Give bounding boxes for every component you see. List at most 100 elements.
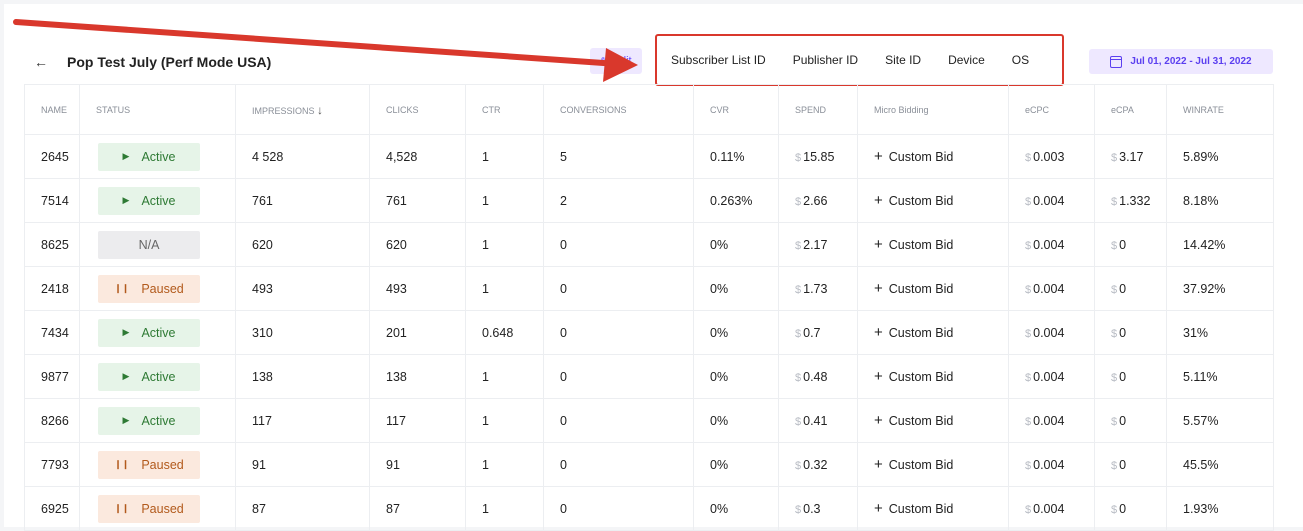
currency-symbol: $	[795, 371, 802, 384]
ecpc-value: 0.004	[1033, 457, 1065, 472]
column-header-impressions[interactable]: IMPRESSIONS ↓	[235, 84, 370, 135]
back-arrow-icon[interactable]: ←	[34, 54, 48, 70]
column-header-winrate[interactable]: WINRATE	[1166, 84, 1274, 135]
cell-name: 7514	[24, 178, 80, 223]
custom-bid-button[interactable]: + Custom Bid	[874, 456, 953, 473]
cell-micro-bidding: + Custom Bid	[857, 398, 1009, 443]
table-row[interactable]: 2645 ▶ Active 4 528 4,528 1 5 0.11% $15.…	[24, 134, 1274, 179]
custom-bid-label: Custom Bid	[888, 414, 954, 428]
plus-icon: +	[874, 148, 883, 165]
table-row[interactable]: 7434 ▶ Active 310 201 0.648 0 0% $0.7 + C…	[24, 310, 1274, 355]
cell-conversions: 5	[543, 134, 694, 179]
currency-symbol: $	[1111, 503, 1118, 516]
cell-status: ▶ Active	[79, 310, 236, 355]
column-header-ecpc[interactable]: eCPC	[1008, 84, 1095, 135]
currency-symbol: $	[1025, 459, 1032, 472]
table-row[interactable]: 8266 ▶ Active 117 117 1 0 0% $0.41 + Cust…	[24, 398, 1274, 443]
cell-micro-bidding: + Custom Bid	[857, 134, 1009, 179]
edit-button[interactable]: ✎ Edit	[590, 48, 642, 74]
custom-bid-button[interactable]: + Custom Bid	[874, 192, 954, 209]
cell-ctr: 1	[465, 354, 544, 399]
ecpc-value: 0.004	[1033, 237, 1065, 252]
tab-subscriber-list-id[interactable]: Subscriber List ID	[671, 53, 766, 67]
calendar-icon	[1110, 55, 1123, 68]
tab-site-id[interactable]: Site ID	[885, 53, 921, 67]
table-row[interactable]: 7514 ▶ Active 761 761 1 2 0.263% $2.66 +…	[24, 178, 1274, 223]
tab-device[interactable]: Device	[948, 53, 985, 67]
cell-micro-bidding: + Custom Bid	[857, 310, 1009, 355]
status-badge[interactable]: ▶ Active	[98, 186, 200, 215]
edit-label: Edit	[612, 55, 632, 67]
custom-bid-label: Custom Bid	[888, 150, 954, 164]
cell-conversions: 0	[543, 398, 694, 443]
cell-winrate: 14.42%	[1166, 222, 1274, 267]
stats-table: NAME STATUS IMPRESSIONS ↓ CLICKS CTR CON…	[24, 84, 1274, 531]
column-header-conversions[interactable]: CONVERSIONS	[543, 84, 694, 135]
cell-spend: $0.48	[778, 354, 858, 399]
currency-symbol: $	[1111, 283, 1118, 296]
status-badge[interactable]: ▶ Active	[98, 142, 200, 171]
custom-bid-button[interactable]: + Custom Bid	[874, 368, 953, 385]
tab-os[interactable]: OS	[1012, 53, 1029, 67]
custom-bid-label: Custom Bid	[888, 282, 954, 296]
cell-clicks: 117	[369, 398, 466, 443]
cell-impressions: 761	[235, 178, 370, 223]
table-row[interactable]: 2418 ❙❙ Paused 493 493 1 0 0% $1.73 + Cus…	[24, 266, 1274, 311]
cell-ctr: 1	[465, 134, 544, 179]
custom-bid-button[interactable]: + Custom Bid	[874, 236, 953, 253]
date-range-picker[interactable]: Jul 01, 2022 - Jul 31, 2022	[1089, 49, 1273, 74]
cell-ecpc: $0.004	[1008, 266, 1095, 311]
table-row[interactable]: 6925 ❙❙ Paused 87 87 1 0 0% $0.3 + Custom…	[24, 486, 1274, 531]
cell-ecpc: $0.004	[1008, 354, 1095, 399]
plus-icon: +	[874, 500, 883, 517]
status-badge[interactable]: ▶ Active	[98, 406, 200, 435]
custom-bid-button[interactable]: + Custom Bid	[874, 148, 954, 165]
column-header-micro-bidding[interactable]: Micro Bidding	[857, 84, 1009, 135]
custom-bid-label: Custom Bid	[888, 502, 954, 516]
custom-bid-button[interactable]: + Custom Bid	[874, 500, 954, 517]
ecpc-value: 0.004	[1033, 501, 1065, 516]
cell-spend: $0.41	[778, 398, 858, 443]
status-badge[interactable]: ▶ Active	[98, 318, 200, 347]
cell-name: 8625	[24, 222, 80, 267]
custom-bid-button[interactable]: + Custom Bid	[874, 280, 954, 297]
table-row[interactable]: 7793 ❙❙ Paused 91 91 1 0 0% $0.32 + Custo…	[24, 442, 1274, 487]
tab-publisher-id[interactable]: Publisher ID	[793, 53, 858, 67]
table-row[interactable]: 9877 ▶ Active 138 138 1 0 0% $0.48 + Cust…	[24, 354, 1274, 399]
ecpc-value: 0.004	[1033, 325, 1065, 340]
status-badge[interactable]: ▶ Active	[98, 362, 200, 391]
plus-icon: +	[874, 368, 883, 385]
currency-symbol: $	[1111, 415, 1118, 428]
column-header-status[interactable]: STATUS	[79, 84, 236, 135]
status-badge[interactable]: ❙❙ Paused	[98, 450, 200, 479]
cell-conversions: 0	[543, 486, 694, 531]
status-label: Active	[141, 369, 176, 384]
currency-symbol: $	[1111, 327, 1118, 340]
column-header-spend[interactable]: SPEND	[778, 84, 858, 135]
pause-icon: ❙❙	[114, 459, 130, 469]
plus-icon: +	[874, 324, 883, 341]
column-header-clicks[interactable]: CLICKS	[369, 84, 466, 135]
cell-ecpc: $0.004	[1008, 486, 1095, 531]
cell-clicks: 87	[369, 486, 466, 531]
cell-impressions: 620	[235, 222, 370, 267]
table-row[interactable]: 8625 N/A 620 620 1 0 0% $2.17 + Custom Bi…	[24, 222, 1274, 267]
column-header-ctr[interactable]: CTR	[465, 84, 544, 135]
cell-ecpa: $0	[1094, 442, 1167, 487]
spend-value: 0.41	[803, 413, 828, 428]
column-header-ecpa[interactable]: eCPA	[1094, 84, 1167, 135]
cell-ecpc: $0.003	[1008, 134, 1095, 179]
cell-ecpc: $0.004	[1008, 178, 1095, 223]
status-badge[interactable]: ❙❙ Paused	[98, 274, 200, 303]
status-badge[interactable]: ❙❙ Paused	[98, 494, 200, 523]
status-badge[interactable]: N/A	[98, 230, 200, 259]
ecpa-value: 0	[1119, 369, 1127, 384]
custom-bid-label: Custom Bid	[888, 194, 954, 208]
column-header-cvr[interactable]: CVR	[693, 84, 779, 135]
cell-name: 2418	[24, 266, 80, 311]
cell-impressions: 117	[235, 398, 370, 443]
currency-symbol: $	[1111, 459, 1118, 472]
column-header-name[interactable]: NAME	[24, 84, 80, 135]
custom-bid-button[interactable]: + Custom Bid	[874, 324, 953, 341]
custom-bid-button[interactable]: + Custom Bid	[874, 412, 954, 429]
